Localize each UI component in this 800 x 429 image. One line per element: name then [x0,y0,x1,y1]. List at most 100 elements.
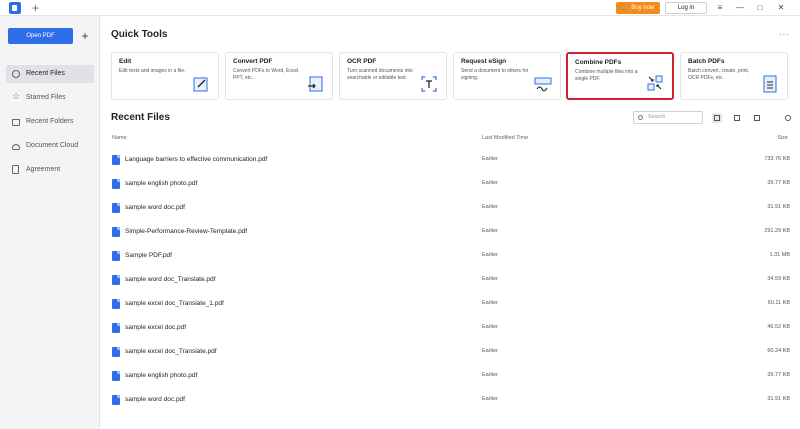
tool-card-request-esign[interactable]: Request eSign Send a document to others … [453,52,561,100]
file-name: sample word doc.pdf [125,396,185,403]
table-row[interactable]: Sample PDF.pdf Earlier 1.31 MB [110,244,790,268]
log-in-button[interactable]: Log in [665,2,707,14]
sidebar-item-recent-files[interactable]: Recent Files [6,65,94,83]
pdf-file-icon [112,299,120,309]
file-modified-time: Earlier [482,180,498,186]
pdf-file-icon [112,179,120,189]
pdf-file-icon [112,347,120,357]
card-description: Turn scanned documents into searchable o… [347,68,413,81]
trash-icon [754,115,760,121]
refresh-button[interactable] [783,113,793,123]
tool-card-edit[interactable]: Edit Edit texts and images in a file. [111,52,219,100]
card-title: Combine PDFs [575,59,622,66]
pdf-file-icon [112,323,120,333]
search-input[interactable]: Search [633,111,703,124]
table-row[interactable]: Language barriers to effective communica… [110,148,790,172]
sidebar-item-document-cloud[interactable]: Document Cloud [6,137,94,155]
tool-card-combine-pdfs[interactable]: Combine PDFs Combine multiple files into… [566,52,674,100]
delete-button[interactable] [752,113,762,123]
main-content: Quick Tools ··· Edit Edit texts and imag… [100,16,800,429]
refresh-icon [785,115,791,121]
more-options-icon[interactable]: ··· [779,30,790,39]
card-title: Batch PDFs [688,58,725,65]
column-header-size[interactable]: Size [777,135,788,141]
tool-card-batch-pdfs[interactable]: Batch PDFs Batch convert, create, print,… [680,52,788,100]
maximize-icon[interactable]: □ [754,1,766,14]
file-modified-time: Earlier [482,204,498,210]
sidebar-item-label: Document Cloud [26,142,79,149]
card-description: Edit texts and images in a file. [119,68,186,74]
quick-tools-title: Quick Tools [111,29,168,40]
file-size: 60.11 KB [767,300,790,306]
combine-icon [647,75,663,91]
open-pdf-button[interactable]: Open PDF [8,28,73,44]
list-view-icon [714,115,720,121]
batch-icon [763,75,777,93]
tool-card-ocr-pdf[interactable]: OCR PDF Turn scanned documents into sear… [339,52,447,100]
sidebar-item-agreement[interactable]: Agreement [6,161,94,179]
create-plus-button[interactable]: + [78,28,92,44]
table-row[interactable]: Simple-Performance-Review-Template.pdf Ea… [110,220,790,244]
file-modified-time: Earlier [482,276,498,282]
sidebar-item-label: Recent Files [26,70,65,77]
convert-icon [308,76,323,92]
agreement-icon [12,165,19,174]
table-row[interactable]: sample word doc.pdf Earlier 31.91 KB [110,196,790,220]
card-title: Convert PDF [233,58,273,65]
pdf-file-icon [112,275,120,285]
column-header-modified[interactable]: Last Modified Time [482,135,528,141]
sidebar-item-starred-files[interactable]: ☆ Starred Files [6,89,94,107]
sidebar-item-label: Agreement [26,166,61,173]
folder-icon [12,119,20,126]
new-tab-button[interactable]: + [32,0,39,16]
file-size: 46.52 KB [767,324,790,330]
card-description: Combine multiple files into a single PDF… [575,69,638,82]
grid-view-icon [734,115,740,121]
file-modified-time: Earlier [482,324,498,330]
sidebar-item-recent-folders[interactable]: Recent Folders [6,113,94,131]
list-view-button[interactable] [712,113,722,123]
table-row[interactable]: sample excel doc_Translate.pdf Earlier 60.… [110,340,790,364]
file-name: sample word doc.pdf [125,204,185,211]
card-description: Convert PDFs to Word, Excel, PPT, etc. [233,68,300,81]
file-modified-time: Earlier [482,228,498,234]
table-row[interactable]: sample excel doc_Translate_1.pdf Earlier 6… [110,292,790,316]
recent-files-title: Recent Files [111,112,170,123]
file-size: 34.59 KB [767,276,790,282]
esign-icon [534,77,552,92]
buy-now-button[interactable]: 🛒 Buy now [616,2,660,14]
file-modified-time: Earlier [482,156,498,162]
pdf-file-icon [112,251,120,261]
close-icon[interactable]: ✕ [775,1,787,14]
grid-view-button[interactable] [732,113,742,123]
card-title: Edit [119,58,132,65]
file-size: 1.31 MB [769,252,790,258]
search-icon [638,115,643,120]
file-modified-time: Earlier [482,396,498,402]
file-size: 733.76 KB [764,156,790,162]
search-placeholder: Search [648,114,666,120]
file-name: sample excel doc.pdf [125,324,187,331]
title-bar: + 🛒 Buy now Log in ≡ — □ ✕ [0,0,800,16]
table-row[interactable]: sample word doc_Translate.pdf Earlier 34.5… [110,268,790,292]
pdf-file-icon [112,155,120,165]
table-row[interactable]: sample english photo.pdf Earlier 39.77 KB [110,172,790,196]
file-name: sample english photo.pdf [125,372,198,379]
pdf-file-icon [112,227,120,237]
table-row[interactable]: sample excel doc.pdf Earlier 46.52 KB [110,316,790,340]
column-header-name[interactable]: Name [112,135,127,141]
table-row[interactable]: sample word doc.pdf Earlier 31.91 KB [110,388,790,412]
table-row[interactable]: sample english photo.pdf Earlier 39.77 KB [110,364,790,388]
sidebar-item-label: Recent Folders [26,118,74,125]
tool-card-convert-pdf[interactable]: Convert PDF Convert PDFs to Word, Excel,… [225,52,333,100]
file-name: sample excel doc_Translate_1.pdf [125,300,224,307]
menu-icon[interactable]: ≡ [714,1,726,14]
file-size: 31.91 KB [767,204,790,210]
card-description: Send a document to others for signing. [461,68,529,81]
app-logo-icon [9,2,21,14]
file-modified-time: Earlier [482,348,498,354]
cart-icon: 🛒 [621,5,630,11]
card-description: Batch convert, create, print, OCR PDFs, … [688,68,750,81]
pdf-file-icon [112,371,120,381]
minimize-icon[interactable]: — [734,1,746,14]
